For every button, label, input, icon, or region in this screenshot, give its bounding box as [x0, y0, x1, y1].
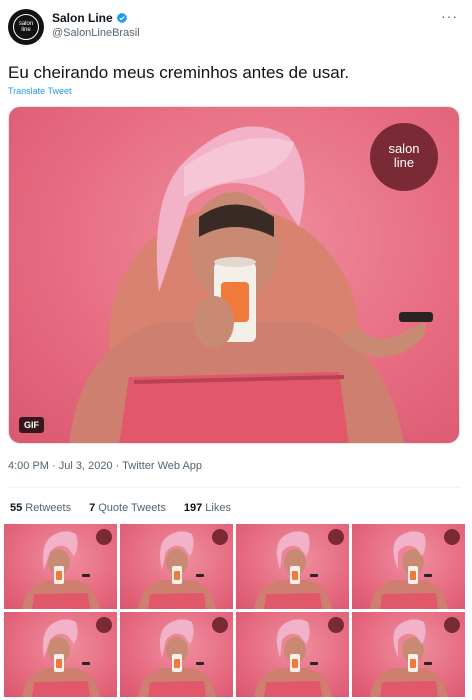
frame-illustration	[254, 529, 344, 609]
frame-illustration	[254, 617, 344, 697]
engagement-stats: 55 Retweets 7 Quote Tweets 197 Likes	[10, 502, 231, 514]
handle[interactable]: @SalonLineBrasil	[52, 27, 140, 39]
divider-top	[8, 487, 460, 488]
verified-badge-icon	[116, 12, 127, 23]
gif-frame-grid	[4, 524, 468, 697]
gif-frame-thumbnail	[4, 612, 117, 697]
gif-frame-thumbnail	[236, 612, 349, 697]
media-logo-text-bottom: line	[394, 155, 414, 170]
gif-frame-thumbnail	[120, 524, 233, 609]
name-row: Salon Line	[52, 11, 128, 25]
display-name[interactable]: Salon Line	[52, 11, 113, 25]
quote-tweets-count: 7	[89, 502, 96, 514]
more-options-icon[interactable]: ···	[441, 8, 458, 24]
quote-tweets-stat[interactable]: 7 Quote Tweets	[89, 502, 166, 514]
frame-illustration	[22, 529, 112, 609]
likes-count: 197	[183, 502, 203, 514]
frame-illustration	[138, 617, 228, 697]
likes-stat[interactable]: 197 Likes	[184, 502, 231, 514]
translate-tweet-link[interactable]: Translate Tweet	[8, 86, 72, 96]
avatar-text-bottom: line	[21, 27, 31, 33]
gif-media[interactable]: salon line GIF	[8, 106, 460, 444]
likes-label: Likes	[205, 502, 231, 514]
avatar[interactable]: salon line	[8, 9, 44, 45]
tweet-header: salon line Salon Line @SalonLineBrasil ·…	[0, 0, 472, 50]
tweet-text: Eu cheirando meus creminhos antes de usa…	[8, 63, 350, 82]
media-logo-text-top: salon	[388, 141, 419, 156]
frame-illustration	[370, 617, 460, 697]
retweets-label: Retweets	[25, 502, 72, 514]
tweet-timestamp[interactable]: 4:00 PM · Jul 3, 2020 · Twitter Web App	[8, 460, 202, 472]
gif-badge: GIF	[19, 417, 44, 433]
frame-illustration	[22, 617, 112, 697]
avatar-logo: salon line	[13, 14, 39, 40]
gif-frame-illustration: salon line	[69, 123, 438, 443]
gif-frame-thumbnail	[236, 524, 349, 609]
retweets-count: 55	[10, 502, 23, 514]
gif-frame-thumbnail	[352, 524, 465, 609]
quote-tweets-label: Quote Tweets	[98, 502, 166, 514]
gif-frame-thumbnail	[120, 612, 233, 697]
gif-frame-thumbnail	[352, 612, 465, 697]
gif-frame-thumbnail	[4, 524, 117, 609]
frame-illustration	[370, 529, 460, 609]
frame-illustration	[138, 529, 228, 609]
retweets-stat[interactable]: 55 Retweets	[10, 502, 71, 514]
